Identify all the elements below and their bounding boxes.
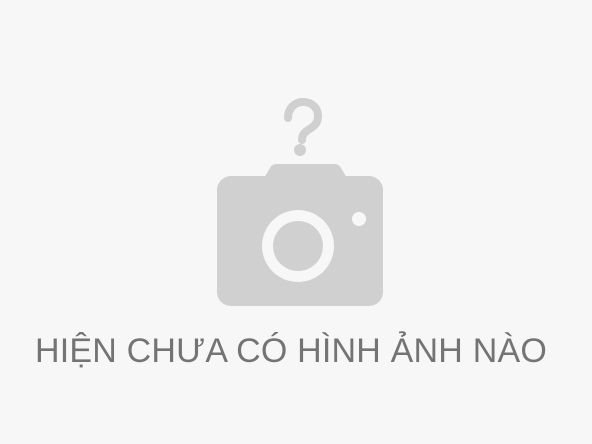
question-mark-icon (284, 98, 322, 144)
camera-question-icon (214, 98, 386, 310)
empty-message: HIỆN CHƯA CÓ HÌNH ẢNH NÀO (35, 332, 547, 370)
empty-image-placeholder: HIỆN CHƯA CÓ HÌNH ẢNH NÀO (0, 0, 592, 444)
